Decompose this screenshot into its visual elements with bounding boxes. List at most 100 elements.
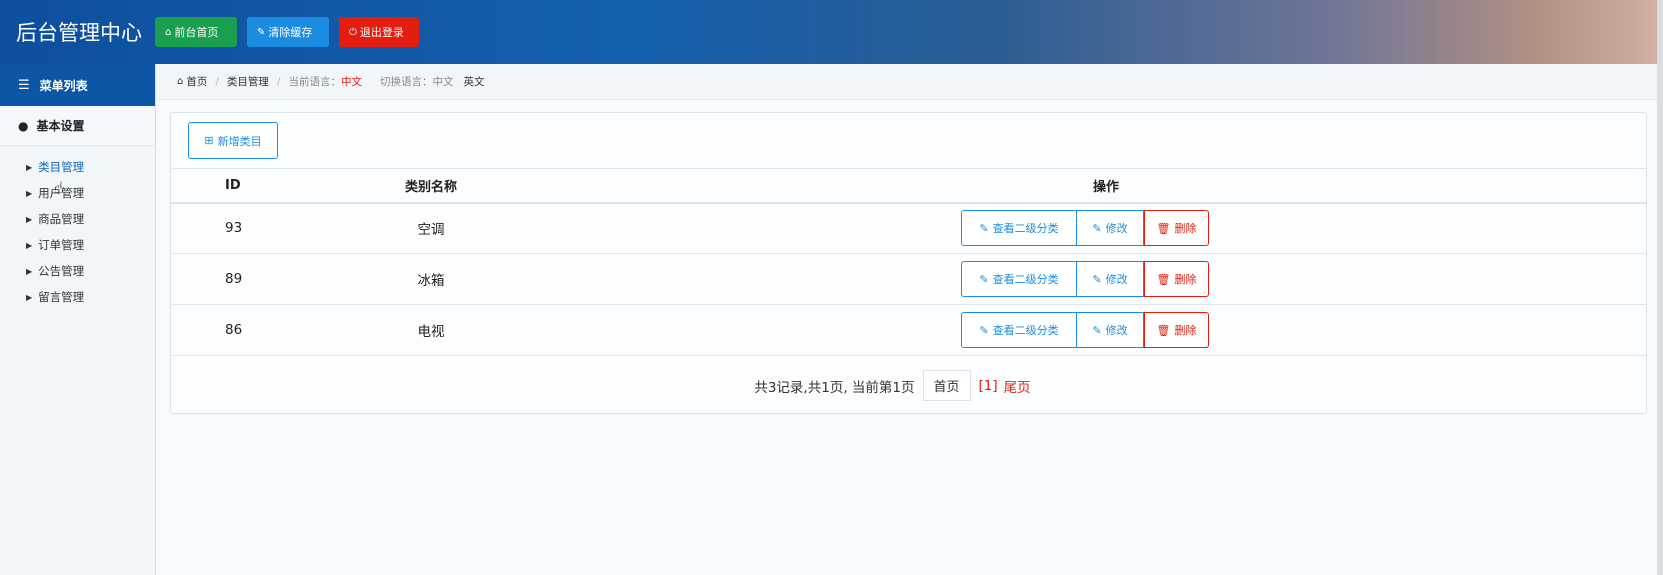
cell-actions: ✎ 查看二级分类 ✎ 修改 🗑 删除 (566, 304, 1646, 356)
delete-button[interactable]: 🗑 删除 (1144, 312, 1209, 348)
pagination-summary: 共3记录,共1页, 当前第1页 (754, 379, 915, 396)
cell-name: 冰箱 (296, 253, 566, 305)
view-subcategories-label: 查看二级分类 (992, 325, 1059, 337)
switch-language-chinese[interactable]: 切换语言：中文 (380, 74, 454, 89)
sidebar-item-users[interactable]: ▶ 用户管理 (0, 180, 155, 206)
sidebar-item-label: 公告管理 (38, 264, 85, 278)
sidebar-group-label: 基本设置 (36, 119, 85, 133)
edit-icon: ✎ (1092, 222, 1102, 235)
sidebar-item-label: 订单管理 (38, 238, 85, 252)
first-page-button[interactable]: 首页 (922, 370, 971, 401)
sidebar-item-products[interactable]: ▶ 商品管理 (0, 206, 155, 232)
edit-label: 修改 (1105, 325, 1128, 337)
sidebar-item-label: 商品管理 (38, 212, 85, 226)
breadcrumb-separator: / (215, 75, 219, 88)
delete-button[interactable]: 🗑 删除 (1144, 261, 1209, 297)
delete-label: 删除 (1174, 274, 1197, 286)
edit-button[interactable]: ✎ 修改 (1077, 312, 1144, 348)
edit-icon: ✎ (979, 273, 989, 286)
category-table: ID 类别名称 操作 93 空调 ✎查看二级分类 ✎修改 🗑删除 89 冰 (171, 168, 1646, 356)
caret-right-icon: ▶ (26, 188, 33, 198)
sidebar-item-messages[interactable]: ▶ 留言管理 (0, 284, 155, 310)
caret-right-icon: ▶ (26, 162, 33, 172)
current-page-link[interactable]: [1] (979, 378, 998, 394)
column-header-id: ID (171, 168, 296, 204)
caret-right-icon: ▶ (26, 214, 33, 224)
column-header-actions: 操作 (566, 168, 1646, 204)
sidebar-item-category[interactable]: ▶ 类目管理 (0, 154, 155, 180)
caret-right-icon: ▶ (26, 266, 33, 276)
view-subcategories-button[interactable]: ✎ 查看二级分类 (961, 210, 1077, 247)
sidebar-item-label: 类目管理 (38, 160, 85, 174)
wrench-icon: ✎ (257, 26, 266, 38)
row-action-group: ✎ 查看二级分类 ✎ 修改 🗑 删除 (961, 210, 1209, 247)
category-panel: ⊞ 新增类目 ID 类别名称 操作 93 空调 ✎ 查看二级分类 ✎ 修改 🗑 删除 (170, 112, 1647, 414)
breadcrumb-home[interactable]: 首页 (186, 74, 207, 89)
sidebar-menu: ▶ 类目管理 ▶ 用户管理 ▶ 商品管理 ▶ 订单管理 ▶ 公告管理 ▶ 留言管理 (0, 146, 155, 310)
sidebar: ☰ 菜单列表 ● 基本设置 ▶ 类目管理 ▶ 用户管理 ▶ 商品管理 ▶ 订单管理 ▶ 公… (0, 64, 156, 575)
cell-name: 电视 (296, 304, 566, 356)
edit-icon: ✎ (979, 222, 989, 235)
current-language-value: 中文 (340, 76, 362, 88)
delete-label: 删除 (1174, 223, 1197, 236)
sidebar-group-basic-settings[interactable]: ● 基本设置 (0, 106, 155, 146)
trash-icon: 🗑 (1156, 222, 1171, 235)
row-action-group: ✎ 查看二级分类 ✎ 修改 🗑 删除 (961, 312, 1209, 348)
view-subcategories-button[interactable]: ✎ 查看二级分类 (961, 312, 1077, 348)
table-header-row: ID 类别名称 操作 (171, 168, 1646, 204)
caret-right-icon: ▶ (26, 240, 33, 250)
sidebar-item-orders[interactable]: ▶ 订单管理 (0, 232, 155, 258)
app-title: 后台管理中心 (16, 21, 142, 45)
switch-language-english[interactable]: 英文 (463, 74, 484, 89)
power-icon: ⏻ (349, 26, 357, 38)
add-category-button[interactable]: ⊞ 新增类目 (188, 122, 278, 159)
sidebar-heading-label: 菜单列表 (39, 78, 88, 93)
edit-icon: ✎ (979, 324, 989, 337)
breadcrumb: ⌂ 首页 / 类目管理 / 当前语言： 中文 切换语言：中文 英文 (157, 64, 1657, 100)
pagination: 共3记录,共1页, 当前第1页 首页 [1] 尾页 (155, 370, 1630, 401)
cell-id: 89 (171, 253, 296, 305)
frontend-home-button[interactable]: ⌂ 前台首页 (155, 17, 237, 47)
clear-cache-button[interactable]: ✎ 清除缓存 (247, 17, 329, 47)
cell-actions: ✎ 查看二级分类 ✎ 修改 🗑 删除 (566, 253, 1646, 305)
row-action-group: ✎ 查看二级分类 ✎ 修改 🗑 删除 (961, 261, 1209, 297)
edit-button[interactable]: ✎ 修改 (1077, 261, 1144, 297)
sidebar-item-announcements[interactable]: ▶ 公告管理 (0, 258, 155, 284)
edit-icon: ✎ (1092, 324, 1102, 337)
edit-label: 修改 (1105, 223, 1128, 236)
top-header: 后台管理中心 ⌂ 前台首页 ✎ 清除缓存 ⏻ 退出登录 (0, 0, 1663, 64)
home-icon: ⌂ (165, 26, 172, 38)
trash-icon: 🗑 (1156, 273, 1171, 286)
home-icon: ⌂ (177, 76, 184, 87)
delete-label: 删除 (1174, 325, 1197, 337)
cell-actions: ✎ 查看二级分类 ✎ 修改 🗑 删除 (566, 202, 1646, 254)
table-row: 86 电视 ✎ 查看二级分类 ✎ 修改 🗑 删除 (171, 304, 1646, 356)
frontend-home-label: 前台首页 (174, 26, 219, 39)
current-language-label: 当前语言： (288, 76, 341, 88)
cell-id: 86 (171, 304, 296, 356)
clear-cache-label: 清除缓存 (268, 26, 313, 39)
table-row: 89 冰箱 ✎ 查看二级分类 ✎ 修改 🗑 删除 (171, 253, 1646, 305)
user-icon: ● (18, 118, 29, 133)
breadcrumb-separator: / (276, 75, 281, 88)
view-subcategories-button[interactable]: ✎ 查看二级分类 (961, 261, 1077, 297)
window-scrollbar[interactable] (1657, 0, 1663, 575)
edit-icon: ✎ (1092, 273, 1102, 286)
column-header-name: 类别名称 (296, 168, 566, 204)
breadcrumb-section[interactable]: 类目管理 (227, 74, 269, 89)
table-row: 93 空调 ✎ 查看二级分类 ✎ 修改 🗑 删除 (171, 202, 1646, 254)
edit-label: 修改 (1105, 274, 1128, 286)
add-category-label: 新增类目 (217, 135, 262, 148)
trash-icon: 🗑 (1156, 324, 1171, 337)
view-subcategories-label: 查看二级分类 (992, 274, 1059, 286)
last-page-link[interactable]: 尾页 (1004, 376, 1031, 396)
cell-name: 空调 (296, 202, 566, 254)
edit-button[interactable]: ✎ 修改 (1077, 210, 1144, 247)
delete-button[interactable]: 🗑 删除 (1144, 210, 1209, 247)
hand-cursor-icon: ☝ (54, 178, 64, 197)
caret-right-icon: ▶ (26, 292, 33, 302)
view-subcategories-label: 查看二级分类 (992, 223, 1059, 236)
sidebar-heading: ☰ 菜单列表 (0, 64, 155, 106)
logout-button[interactable]: ⏻ 退出登录 (339, 17, 419, 47)
cell-id: 93 (171, 202, 296, 254)
